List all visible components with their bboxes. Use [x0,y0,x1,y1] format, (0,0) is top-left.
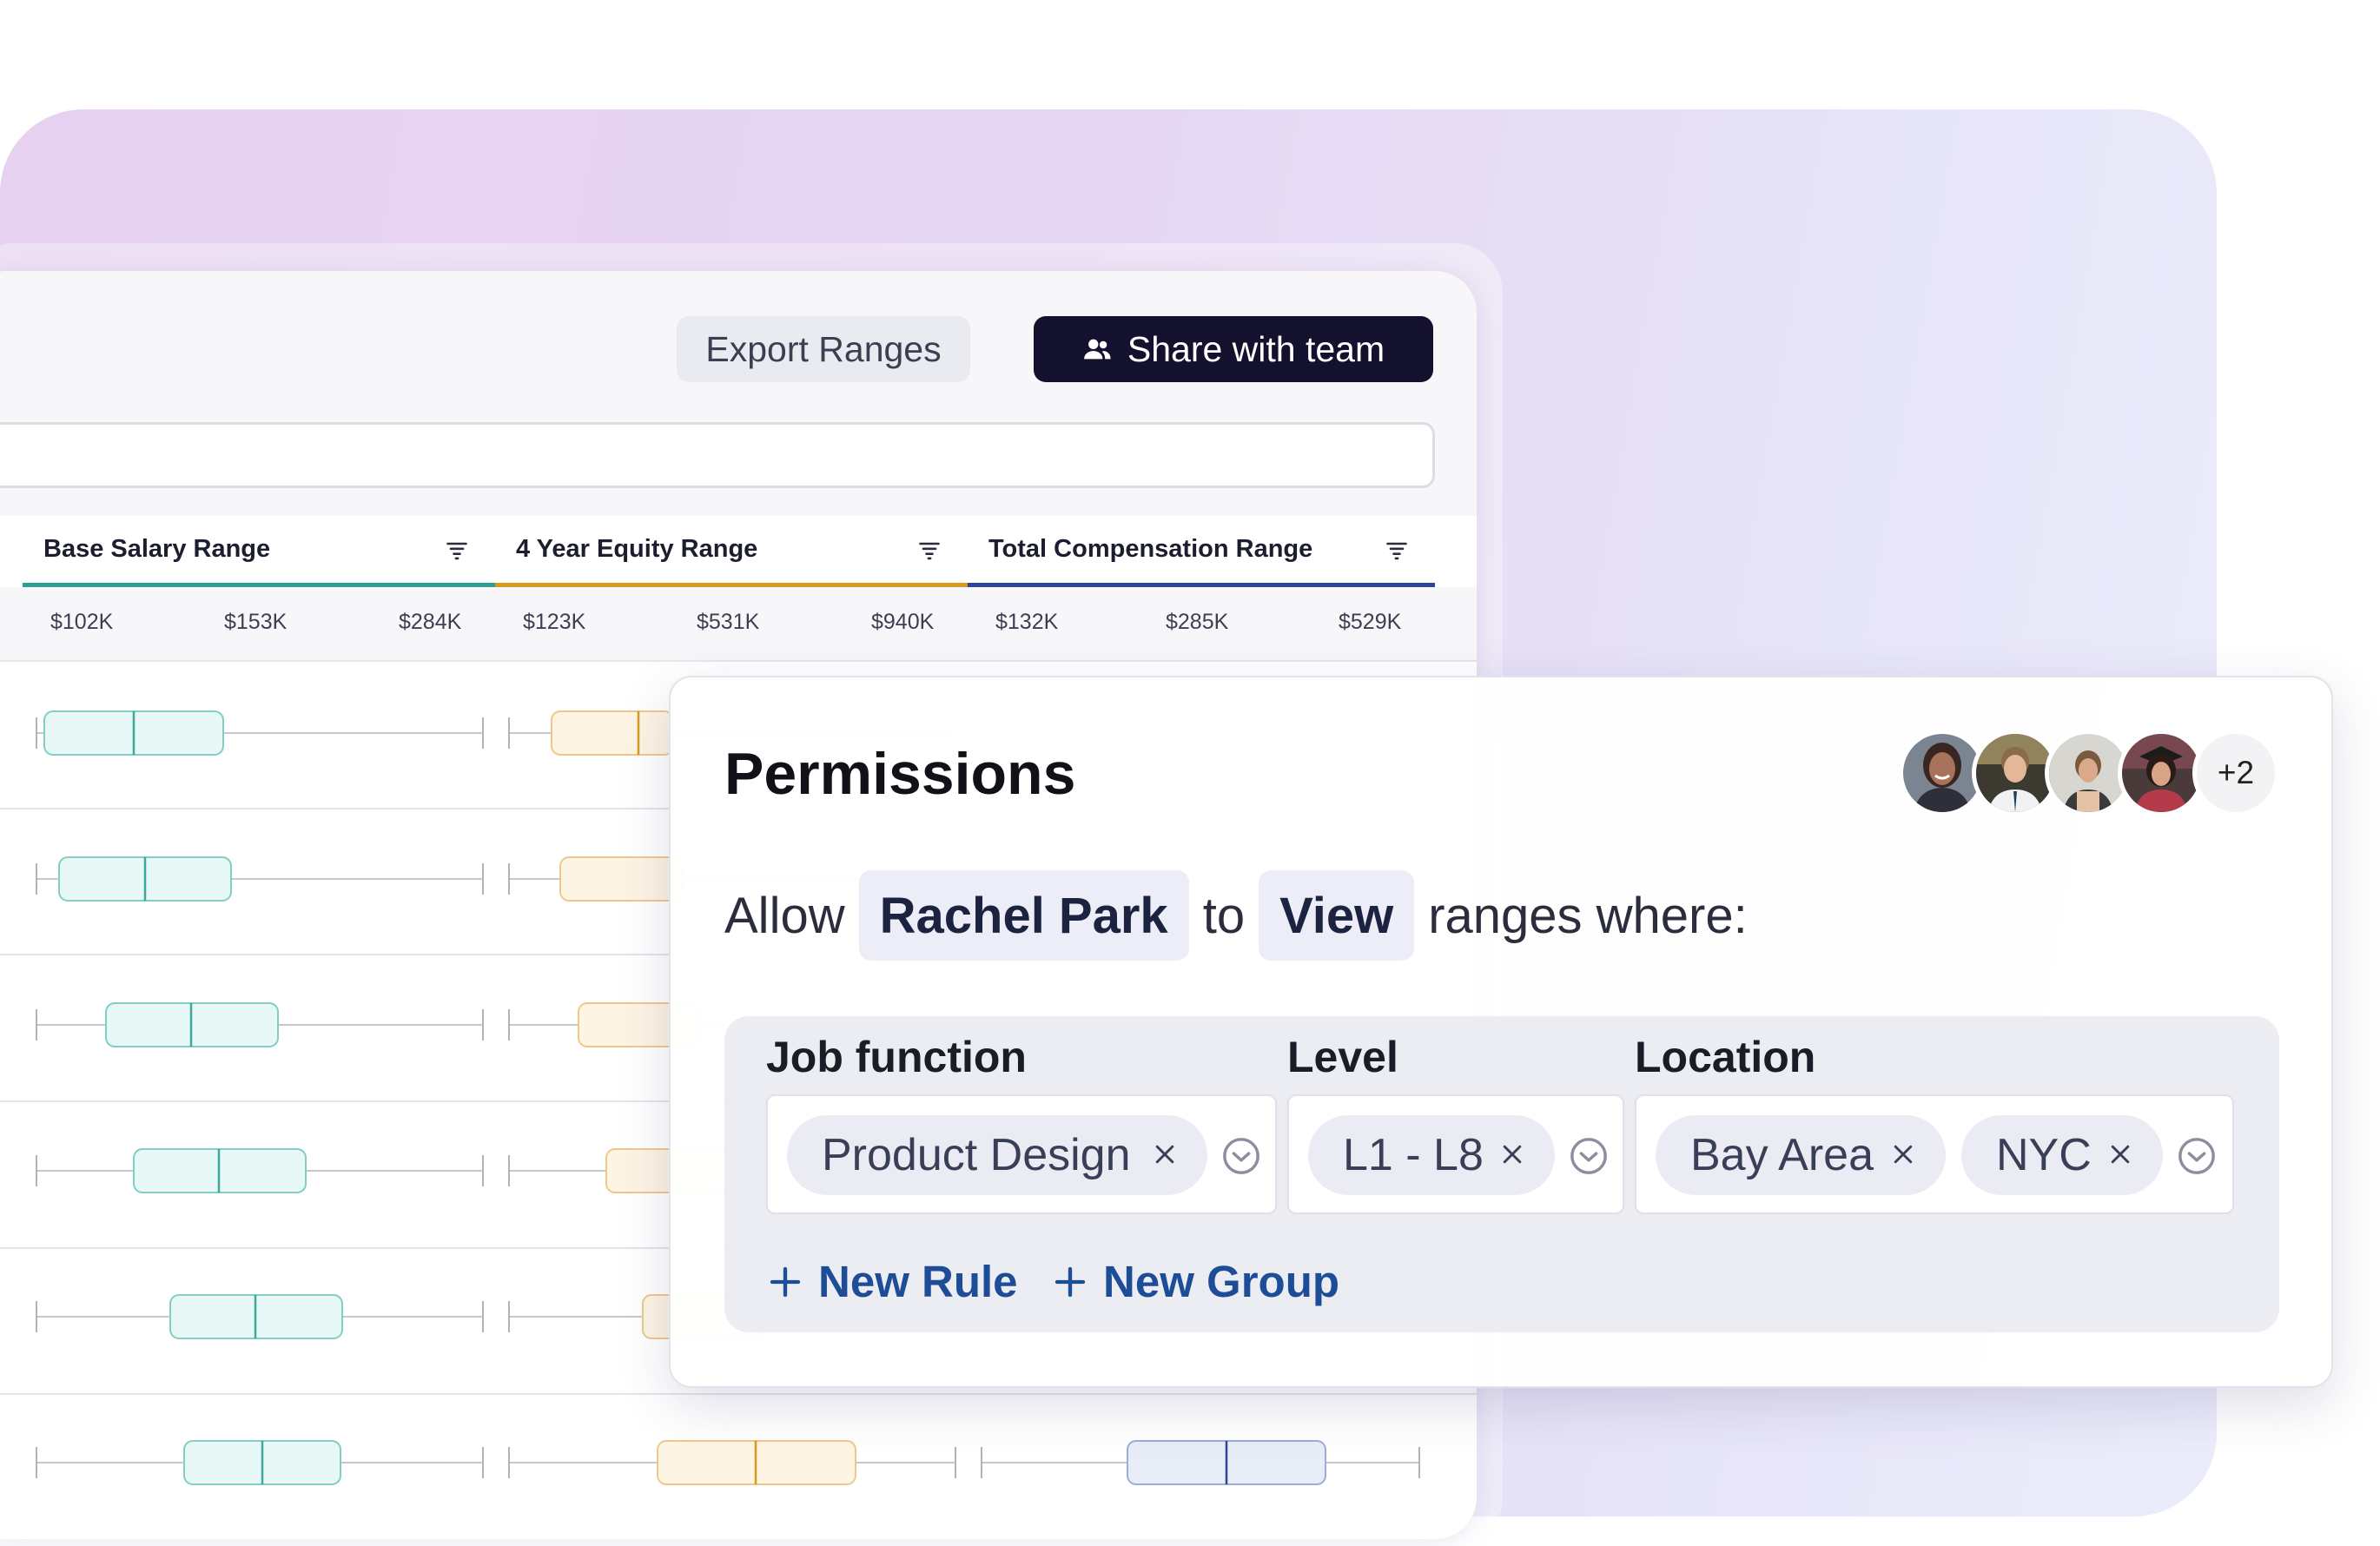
sentence-allow: Allow [724,887,845,944]
permission-sentence: Allow Rachel Park to View ranges where: [724,870,1748,961]
avatar[interactable] [2118,730,2205,816]
tick-label: $940K [871,610,935,634]
tick-label: $285K [1166,610,1229,634]
location-label: Location [1635,1033,1816,1081]
tag-label: NYC [1996,1130,2092,1180]
chevron-down-icon[interactable] [1569,1136,1609,1176]
remove-tag-icon[interactable] [2107,1141,2133,1167]
search-input[interactable] [0,422,1435,488]
rules-panel: Job function Level Location Product Desi… [724,1016,2279,1332]
equity-range-box[interactable] [551,710,674,756]
access-level-selector[interactable]: View [1259,870,1415,961]
tag-label: Product Design [822,1130,1131,1180]
chevron-down-icon[interactable] [1221,1136,1261,1176]
share-with-team-button[interactable]: Share with team [1034,316,1433,382]
filter-tag: Product Design [787,1115,1207,1195]
new-rule-label: New Rule [818,1257,1018,1306]
tick-labels-row: $102K $153K $284K $123K $531K $940K $132… [0,587,1477,662]
tick-label: $123K [523,610,586,634]
tag-label: L1 - L8 [1343,1130,1484,1180]
permissions-title: Permissions [724,741,1076,807]
avatar-stack[interactable]: +2 [1899,730,2290,816]
filter-tag: L1 - L8 [1308,1115,1555,1195]
filter-icon[interactable] [1385,538,1409,562]
job-function-select[interactable]: Product Design [766,1094,1277,1214]
tick-label: $531K [697,610,760,634]
tick-label: $284K [399,610,462,634]
new-rule-button[interactable]: New Rule [768,1256,1018,1307]
sentence-to: to [1202,887,1246,944]
sentence-suffix: ranges where: [1428,887,1748,944]
plus-icon [770,1266,801,1297]
level-select[interactable]: L1 - L8 [1287,1094,1624,1214]
more-members-badge[interactable]: +2 [2192,730,2279,816]
equity-range-box[interactable] [559,856,683,902]
user-photo-icon [2122,734,2200,812]
export-ranges-button[interactable]: Export Ranges [677,316,970,382]
remove-tag-icon[interactable] [1890,1141,1916,1167]
filter-tag: Bay Area [1656,1115,1946,1195]
permissions-dialog: Permissions +2 Allow Rachel Park to View… [669,676,2333,1388]
filter-icon[interactable] [445,538,469,562]
plus-icon [1054,1266,1086,1297]
location-select[interactable]: Bay Area NYC [1635,1094,2234,1214]
team-icon [1084,339,1111,360]
remove-tag-icon[interactable] [1152,1141,1178,1167]
user-photo-icon [1976,734,2054,812]
new-group-button[interactable]: New Group [1053,1256,1339,1307]
share-label: Share with team [1127,328,1385,369]
column-label: Total Compensation Range [988,535,1313,563]
tick-label: $132K [995,610,1059,634]
filter-icon[interactable] [917,538,942,562]
column-header-base-salary[interactable]: Base Salary Range [23,516,495,587]
new-group-label: New Group [1103,1257,1340,1306]
column-label: 4 Year Equity Range [516,535,758,563]
person-selector[interactable]: Rachel Park [858,870,1189,961]
remove-tag-icon[interactable] [1499,1141,1525,1167]
level-label: Level [1287,1033,1398,1081]
table-row[interactable] [36,1440,1420,1485]
column-header-total-comp[interactable]: Total Compensation Range [968,516,1435,587]
user-photo-icon [1903,734,1981,812]
job-function-label: Job function [766,1033,1027,1081]
tick-label: $529K [1339,610,1402,634]
tick-label: $102K [50,610,114,634]
chevron-down-icon[interactable] [2177,1136,2217,1176]
tag-label: Bay Area [1690,1130,1874,1180]
user-photo-icon [2049,734,2127,812]
column-header-equity[interactable]: 4 Year Equity Range [495,516,968,587]
tick-label: $153K [224,610,288,634]
filter-tag: NYC [1961,1115,2163,1195]
column-label: Base Salary Range [43,535,271,563]
